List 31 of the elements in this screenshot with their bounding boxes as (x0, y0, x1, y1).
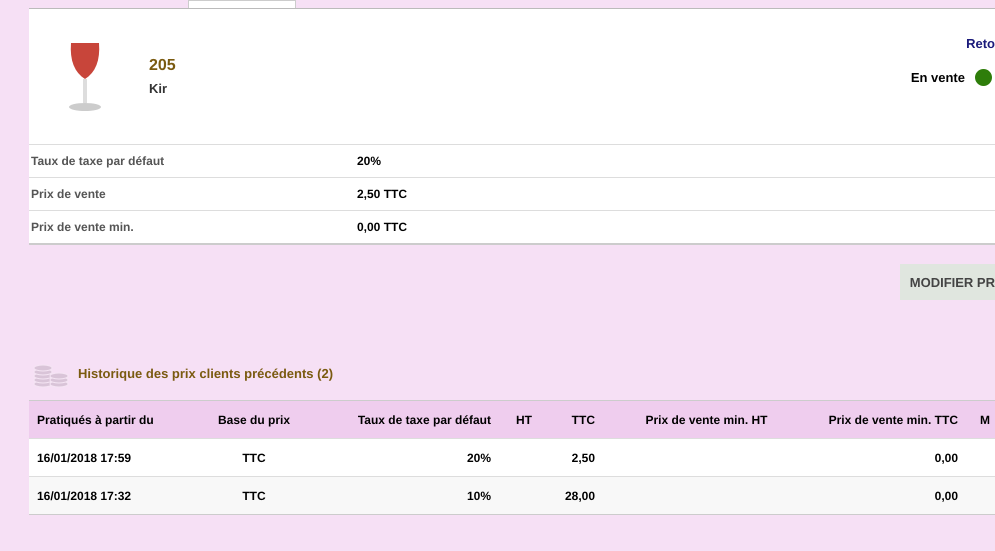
field-label: Prix de vente min. (30, 220, 135, 234)
table-cell-text: 16/01/2018 17:59 (36, 450, 132, 464)
column-header: Prix de vente min. TTC (828, 412, 959, 426)
column-header: TTC (570, 412, 596, 426)
product-name: Kir (149, 81, 168, 96)
modify-button[interactable]: MODIFIER PR (900, 264, 995, 300)
table-cell-text: 2,50 (570, 450, 596, 464)
table-cell-text: TTC (241, 488, 267, 502)
column-header: Taux de taxe par défaut (356, 412, 492, 426)
field-label: Taux de taxe par défaut (30, 154, 166, 168)
table-cell-text: 0,00 (934, 488, 959, 502)
column-header: Base du prix (216, 412, 292, 426)
section-title: Historique des prix clients précédents (2) (78, 366, 334, 380)
table-cell-text: 10% (466, 488, 492, 502)
field-value: 2,50 TTC (356, 187, 408, 201)
field-value: 20% (356, 154, 382, 168)
field-label: Prix de vente (30, 187, 107, 201)
column-header: HT (515, 412, 533, 426)
column-header: Pratiqués à partir du (36, 412, 155, 426)
table-cell-text: TTC (241, 450, 267, 464)
status-label: En vente (910, 70, 965, 85)
field-value: 0,00 TTC (356, 220, 408, 234)
column-header: Prix de vente min. HT (644, 412, 769, 426)
table-cell-text: 16/01/2018 17:32 (36, 488, 132, 502)
column-header: M (979, 412, 991, 426)
table-cell-text: 0,00 (934, 450, 959, 464)
table-cell-text: 28,00 (564, 488, 596, 502)
table-cell-text: 20% (466, 450, 492, 464)
tab[interactable] (188, 0, 296, 8)
back-link[interactable]: Reto (966, 36, 995, 51)
product-ref: 205 (149, 57, 176, 75)
